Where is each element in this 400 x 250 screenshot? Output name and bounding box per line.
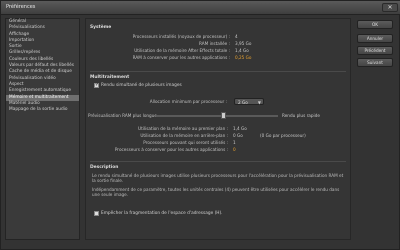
system-section-title: Système [90, 25, 112, 30]
cancel-button[interactable]: Annuler [357, 34, 393, 43]
prevent-fragmentation-label: Empêcher la fragmentation de l'espace d'… [101, 211, 223, 216]
close-window-button[interactable]: ✕ [382, 3, 398, 12]
min-alloc-dropdown[interactable]: 2 Go ▼ [234, 98, 264, 105]
ok-button[interactable]: OK [357, 20, 393, 29]
sidebar-item[interactable]: Cache de média et de disque [6, 69, 79, 75]
foreground-memory-value: 1,4 Go [233, 126, 247, 131]
cpus-used-label: Processeurs pouvant qui seront utilisés … [143, 140, 228, 145]
min-alloc-label: Allocation minimum par processeur : [149, 99, 227, 104]
processors-value: 4 [235, 34, 238, 39]
cpus-reserve-value[interactable]: 0 [233, 147, 236, 152]
sidebar-item[interactable]: Mappage de la sortie audio [6, 107, 79, 113]
background-memory-value: 0 Go [233, 133, 243, 138]
section-divider [90, 161, 346, 162]
multiprocessing-section-title: Multitraitement [90, 75, 130, 80]
title-bar[interactable]: Préférences ✕ [1, 1, 400, 15]
preferences-category-list: Général Prévisualisations Affichage Importa… [5, 18, 80, 240]
cpus-used-value: 1 [233, 140, 236, 145]
preferences-window: Préférences ✕ Général Prévisualisations Af… [0, 0, 400, 250]
prevent-fragmentation-checkbox[interactable] [94, 211, 99, 216]
processors-label: Processeurs installés (noyaux de process… [132, 34, 230, 39]
description-section-title: Description [90, 165, 119, 170]
slider-right-label: Rendu plus rapide [282, 113, 320, 118]
ram-render-slider-track[interactable] [156, 115, 278, 117]
cpus-reserve-label: Processeurs à conserver pour les autres … [114, 147, 228, 152]
min-alloc-value: 2 Go [238, 99, 248, 105]
settings-panel: Système Processeurs installés (noyaux de… [85, 18, 351, 240]
description-text-1: Le rendu simultané de plusieurs images u… [92, 173, 344, 184]
previous-button[interactable]: Précédent [357, 46, 393, 55]
ram-reserve-label: RAM à conserver pour les autres applicat… [132, 55, 230, 60]
next-button[interactable]: Suivant [357, 58, 393, 67]
section-divider [90, 71, 346, 72]
ram-usage-value: 1,4 Go [235, 48, 249, 53]
chevron-down-icon: ▼ [257, 99, 261, 105]
ram-render-slider-thumb[interactable] [220, 112, 226, 119]
ram-usage-label: Utilisation de la mémoire After Effects … [134, 48, 230, 53]
window-title: Préférences [6, 4, 36, 10]
ram-installed-value: 3,95 Go [235, 41, 252, 46]
ram-reserve-value[interactable]: 0,25 Go [235, 55, 251, 60]
background-memory-label: Utilisation de la mémoire en arrière-pla… [140, 133, 228, 138]
render-multiple-frames-checkbox[interactable] [94, 82, 99, 88]
slider-left-label: Prévisualisation RAM plus longue [88, 113, 157, 118]
sidebar-item[interactable]: Enregistrement automatique [6, 88, 79, 94]
sidebar-item[interactable]: Mémoire et multitraitement [6, 94, 79, 101]
foreground-memory-label: Utilisation de la mémoire au premier pla… [138, 126, 228, 131]
render-multiple-frames-label: Rendu simultané de plusieurs images [101, 83, 182, 88]
description-text-2: Indépendamment de ce paramètre, toutes l… [92, 187, 340, 198]
background-memory-note: (0 Go par processeur) [260, 133, 306, 138]
ram-installed-label: RAM installée : [199, 41, 230, 46]
